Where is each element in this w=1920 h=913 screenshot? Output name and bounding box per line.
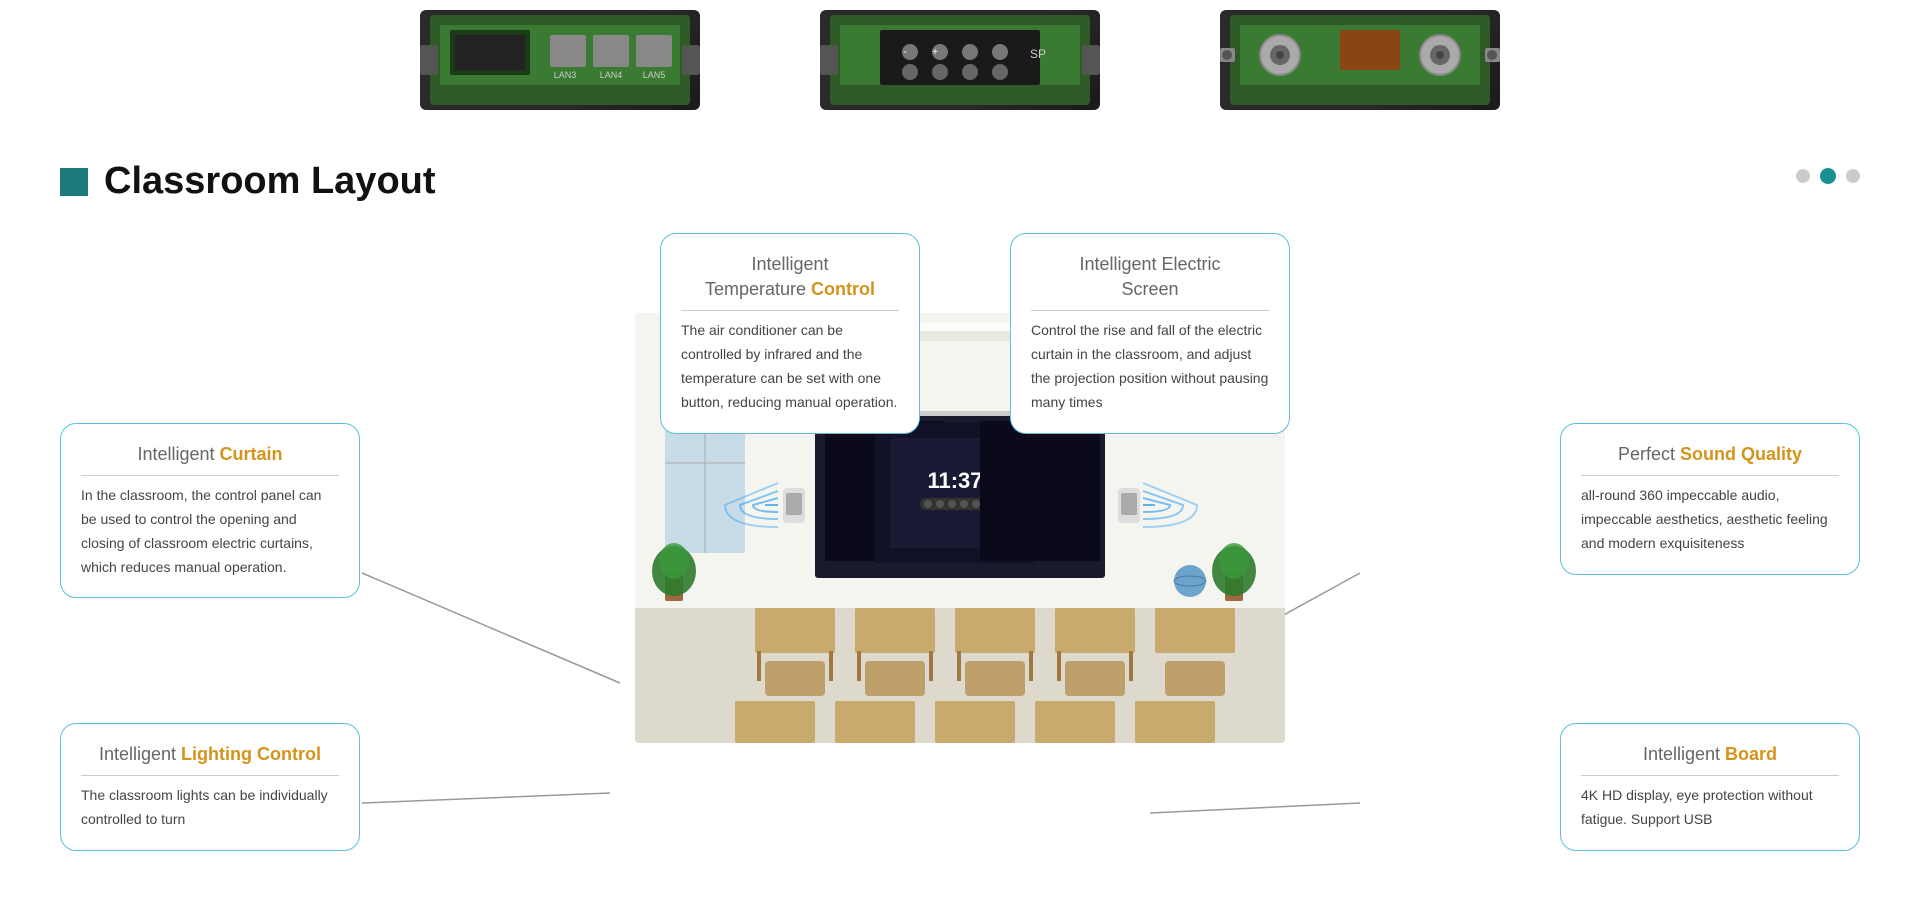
svg-text:LAN5: LAN5 <box>643 70 666 80</box>
svg-text:LAN4: LAN4 <box>600 70 623 80</box>
svg-text:11:37: 11:37 <box>927 468 982 493</box>
box-screen: Intelligent Electric Screen Control the … <box>1010 233 1290 434</box>
svg-text:LAN3: LAN3 <box>554 70 577 80</box>
box-sound: Perfect Sound Quality all-round 360 impe… <box>1560 423 1860 575</box>
temperature-text: The air conditioner can be controlled by… <box>681 319 899 414</box>
classroom-section: Classroom Layout <box>0 140 1920 913</box>
box-curtain: Intelligent Curtain In the classroom, th… <box>60 423 360 598</box>
hardware-section: LAN3 LAN4 LAN5 SP - <box>0 0 1920 140</box>
screen-text: Control the rise and fall of the electri… <box>1031 319 1269 414</box>
section-title: Classroom Layout <box>104 160 436 203</box>
box-lighting: Intelligent Lighting Control The classro… <box>60 723 360 851</box>
nav-dot-2[interactable] <box>1820 168 1836 184</box>
curtain-title: Intelligent Curtain <box>81 442 339 476</box>
coax-card <box>1220 10 1500 110</box>
temperature-title: Intelligent Temperature Control <box>681 252 899 311</box>
sound-title: Perfect Sound Quality <box>1581 442 1839 476</box>
lighting-title: Intelligent Lighting Control <box>81 742 339 776</box>
lighting-text: The classroom lights can be individually… <box>81 784 339 832</box>
speaker-card: SP - + <box>820 10 1100 110</box>
nav-dot-3[interactable] <box>1846 169 1860 183</box>
svg-text:+: + <box>932 47 938 58</box>
curtain-text: In the classroom, the control panel can … <box>81 484 339 579</box>
screen-title: Intelligent Electric Screen <box>1031 252 1269 311</box>
layout-container: 11:37 <box>60 233 1860 913</box>
box-temperature: Intelligent Temperature Control The air … <box>660 233 920 434</box>
nav-dots[interactable] <box>1796 168 1860 184</box>
board-title: Intelligent Board <box>1581 742 1839 776</box>
section-title-container: Classroom Layout <box>60 160 1860 203</box>
sound-text: all-round 360 impeccable audio, impeccab… <box>1581 484 1839 555</box>
board-text: 4K HD display, eye protection without fa… <box>1581 784 1839 832</box>
lan-card: LAN3 LAN4 LAN5 <box>420 10 700 110</box>
title-square-icon <box>60 168 88 196</box>
nav-dot-1[interactable] <box>1796 169 1810 183</box>
box-board: Intelligent Board 4K HD display, eye pro… <box>1560 723 1860 851</box>
svg-text:SP: SP <box>1030 47 1046 61</box>
svg-text:-: - <box>903 47 906 58</box>
